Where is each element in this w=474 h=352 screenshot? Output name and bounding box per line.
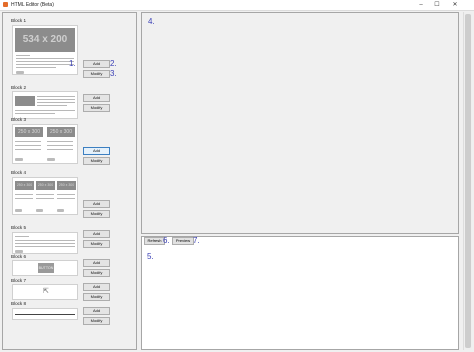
- block-6-thumbnail[interactable]: BUTTON: [12, 260, 78, 276]
- preview-panel[interactable]: Refresh 6. Preview 7. 5.: [141, 236, 459, 350]
- block-2-label: Block 2: [11, 85, 27, 90]
- block-6-modify-button[interactable]: Modify: [83, 269, 110, 277]
- block-7-modify-button[interactable]: Modify: [83, 293, 110, 301]
- close-button[interactable]: ✕: [448, 0, 462, 10]
- block-3-label: Block 3: [11, 117, 27, 122]
- block-2-add-button[interactable]: Add: [83, 94, 110, 102]
- divider-line-preview: [15, 314, 75, 315]
- block-5-add-button[interactable]: Add: [83, 230, 110, 238]
- block-8-add-button[interactable]: Add: [83, 307, 110, 315]
- block-4-image-placeholder-1: 250 x 300: [15, 181, 34, 190]
- block-library-panel: Block 1 534 x 200 1. Add 2. Modify 3. Bl…: [2, 12, 137, 350]
- block-4-thumbnail[interactable]: 250 x 300 250 x 300 250 x 300: [12, 177, 78, 215]
- block-4-image-placeholder-2: 250 x 300: [36, 181, 55, 190]
- block-8-label: Block 8: [11, 301, 27, 306]
- scrollbar-thumb[interactable]: [465, 14, 471, 348]
- html-editor-panel[interactable]: 4.: [141, 12, 459, 234]
- block-6-label: Block 6: [11, 254, 27, 259]
- block-7-add-button[interactable]: Add: [83, 283, 110, 291]
- block-1-add-button[interactable]: Add: [83, 60, 110, 68]
- block-6-add-button[interactable]: Add: [83, 259, 110, 267]
- minimize-button[interactable]: –: [414, 0, 428, 10]
- block-8-thumbnail[interactable]: [12, 308, 78, 320]
- block-1-label: Block 1: [11, 18, 27, 23]
- block-6-button-preview: BUTTON: [38, 263, 54, 273]
- block-3-add-button[interactable]: Add: [83, 147, 110, 155]
- cursor-icon: ⇱: [43, 288, 49, 295]
- block-2-modify-button[interactable]: Modify: [83, 104, 110, 112]
- window-title: HTML Editor (Beta): [11, 2, 54, 8]
- block-3-image-placeholder-2: 250 x 300: [47, 127, 75, 137]
- annotation-2: 2.: [110, 59, 117, 68]
- block-2-thumbnail[interactable]: [12, 91, 78, 119]
- block-5-modify-button[interactable]: Modify: [83, 240, 110, 248]
- annotation-1: 1.: [69, 59, 76, 68]
- annotation-3: 3.: [110, 69, 117, 78]
- block-5-label: Block 5: [11, 225, 27, 230]
- block-4-label: Block 4: [11, 170, 27, 175]
- block-8-modify-button[interactable]: Modify: [83, 317, 110, 325]
- app-icon: [3, 2, 8, 7]
- block-4-image-placeholder-3: 250 x 300: [57, 181, 76, 190]
- vertical-scrollbar[interactable]: [463, 12, 472, 350]
- block-4-modify-button[interactable]: Modify: [83, 210, 110, 218]
- block-3-modify-button[interactable]: Modify: [83, 157, 110, 165]
- title-bar: HTML Editor (Beta) – ☐ ✕: [0, 0, 474, 11]
- block-1-image-placeholder: 534 x 200: [15, 28, 75, 52]
- maximize-button[interactable]: ☐: [430, 0, 444, 10]
- block-3-image-placeholder-1: 250 x 300: [15, 127, 43, 137]
- block-5-thumbnail[interactable]: [12, 232, 78, 254]
- block-7-thumbnail[interactable]: ⇱: [12, 284, 78, 300]
- block-4-add-button[interactable]: Add: [83, 200, 110, 208]
- block-1-modify-button[interactable]: Modify: [83, 70, 110, 78]
- block-7-label: Block 7: [11, 278, 27, 283]
- annotation-5: 5.: [147, 252, 154, 261]
- annotation-6: 6.: [163, 236, 170, 245]
- refresh-button[interactable]: Refresh: [144, 237, 165, 245]
- annotation-4: 4.: [148, 17, 155, 26]
- annotation-7: 7.: [193, 236, 200, 245]
- preview-button[interactable]: Preview: [172, 237, 194, 245]
- block-3-thumbnail[interactable]: 250 x 300 250 x 300: [12, 124, 78, 164]
